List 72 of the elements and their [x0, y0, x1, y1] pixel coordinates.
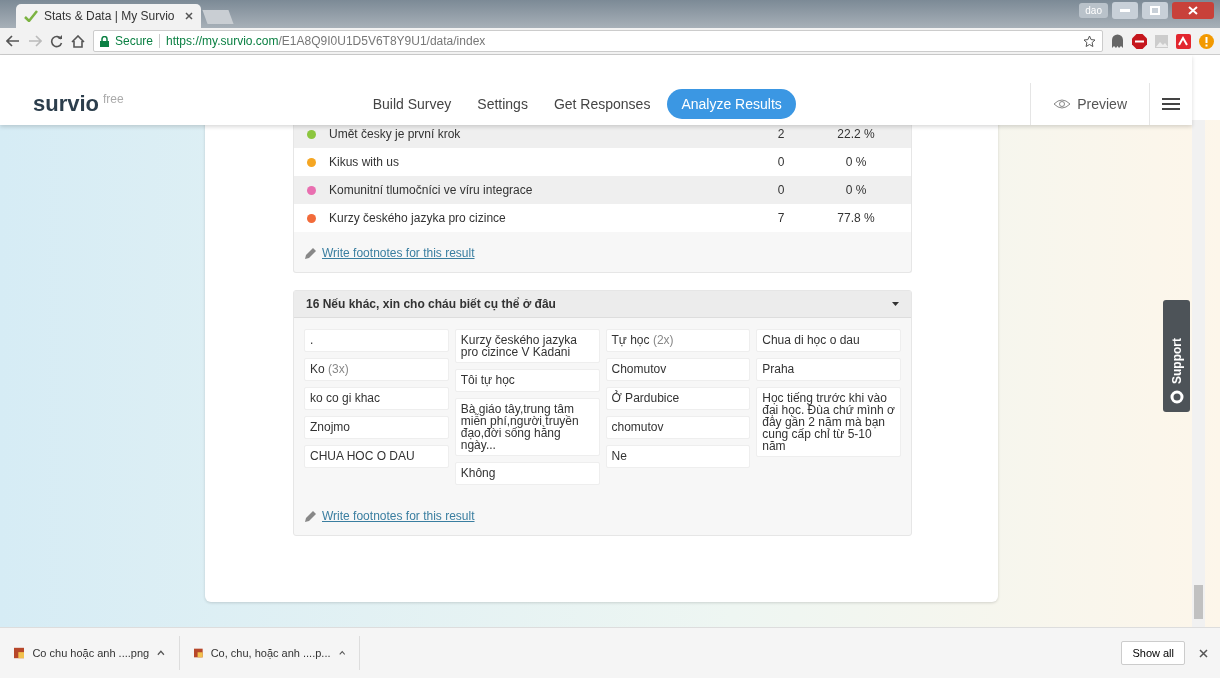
- file-icon: [194, 647, 203, 659]
- text-answer: Ne: [605, 445, 751, 468]
- address-bar[interactable]: Secure https://my.survio.com/E1A8Q9I0U1D5V6T8Y9U1/data/index: [93, 30, 1103, 52]
- caret-icon: [157, 650, 165, 656]
- url-text: https://my.survio.com/E1A8Q9I0U1D5V6T8Y9U1/data/index: [166, 34, 487, 48]
- answer-percent: 22.2 %: [836, 127, 876, 141]
- nav-tab[interactable]: Build Survey: [363, 90, 461, 118]
- support-tab[interactable]: Support: [1163, 300, 1190, 412]
- show-all-button[interactable]: Show all: [1121, 641, 1185, 665]
- tab-title: Stats & Data | My Survio: [44, 9, 176, 23]
- text-answer: Không: [454, 462, 600, 485]
- answer-label: Komunitní tlumočníci ve víru integrace: [329, 183, 534, 197]
- caret-icon: [892, 302, 899, 306]
- text-answer: .: [304, 329, 449, 352]
- pencil-icon: [304, 509, 318, 523]
- text-answer: Chomutov: [605, 358, 751, 381]
- download-item[interactable]: Co, chu, hoặc anh ....p...: [180, 636, 360, 670]
- nav-tab[interactable]: Get Responses: [544, 90, 660, 118]
- browser-tab[interactable]: Stats & Data | My Survio: [16, 4, 201, 28]
- close-icon[interactable]: [185, 12, 193, 20]
- text-answer: Znojmo: [304, 416, 449, 439]
- text-answer: Bà giáo tây,trung tâm miễn phí,người truyền đạo,đời sống hằng ngày...: [454, 398, 600, 456]
- answer-percent: 0 %: [844, 155, 868, 169]
- lock-icon: [100, 35, 109, 47]
- stop-sign-icon[interactable]: [1132, 33, 1147, 49]
- footnote-link[interactable]: Write footnotes for this result: [322, 246, 475, 260]
- lifebuoy-icon: [1169, 390, 1184, 404]
- app-extension-icon[interactable]: [1176, 33, 1191, 49]
- text-answer: Ko (3x): [304, 358, 449, 381]
- star-icon[interactable]: [1083, 34, 1096, 48]
- answer-label: Umět česky je první krok: [329, 127, 462, 141]
- scrollbar[interactable]: [1192, 120, 1205, 627]
- answer-count: 7: [776, 211, 786, 225]
- answer-label: Kikus with us: [329, 155, 401, 169]
- text-answer: Học tiếng trước khi vào đại học. Đùa chứ mình ơ đây gần 2 năm mà bạn cung cấp chỉ từ 5-10 năm: [756, 387, 901, 457]
- answer-label: Kurzy českého jazyka pro cizince: [329, 211, 507, 225]
- logo[interactable]: survio $^{free}$: [33, 91, 124, 117]
- answer-count: 0: [776, 155, 786, 169]
- ghost-icon[interactable]: [1111, 34, 1124, 48]
- checkmark-icon: [24, 10, 38, 22]
- close-icon[interactable]: [1199, 648, 1208, 658]
- text-answer: CHUA HOC O DAU: [304, 445, 449, 468]
- text-answer: Chua di học o dau: [756, 329, 901, 352]
- close-icon: [1188, 6, 1198, 15]
- reload-icon[interactable]: [50, 34, 63, 48]
- eye-icon: [1053, 99, 1072, 109]
- menu-icon: [1162, 98, 1180, 110]
- home-icon[interactable]: [71, 34, 85, 48]
- question-header[interactable]: 16 Nếu khác, xin cho cháu biết cụ thể ở đâu: [294, 291, 911, 318]
- pencil-icon: [304, 246, 318, 260]
- answer-percent: 0 %: [844, 183, 868, 197]
- answer-count: 2: [776, 127, 786, 141]
- nav-tab[interactable]: Settings: [468, 90, 537, 118]
- close-button[interactable]: [1172, 2, 1214, 19]
- footnote-link[interactable]: Write footnotes for this result: [322, 509, 475, 523]
- text-answer: Kurzy českého jazyka pro cizince V Kadani: [454, 329, 600, 363]
- caret-icon: [338, 650, 345, 656]
- question-title: 16 Nếu khác, xin cho cháu biết cụ thể ở đâu: [306, 297, 556, 311]
- text-answer: chomutov: [605, 416, 751, 439]
- answer-count: 0: [776, 183, 786, 197]
- file-icon: [14, 647, 25, 659]
- minimize-icon: [1120, 9, 1130, 12]
- text-answer: Tôi tự học: [454, 369, 600, 392]
- maximize-icon: [1150, 6, 1160, 15]
- back-icon[interactable]: [6, 35, 20, 47]
- answer-percent: 77.8 %: [836, 211, 876, 225]
- download-item[interactable]: Co chu hoặc anh ....png: [0, 636, 180, 670]
- text-answer: Ở Pardubice: [605, 387, 751, 410]
- text-answer: Praha: [756, 358, 901, 381]
- text-answer: ko co gi khac: [304, 387, 449, 410]
- text-answer: Tự học (2x): [605, 329, 751, 352]
- secure-label: Secure: [115, 34, 154, 48]
